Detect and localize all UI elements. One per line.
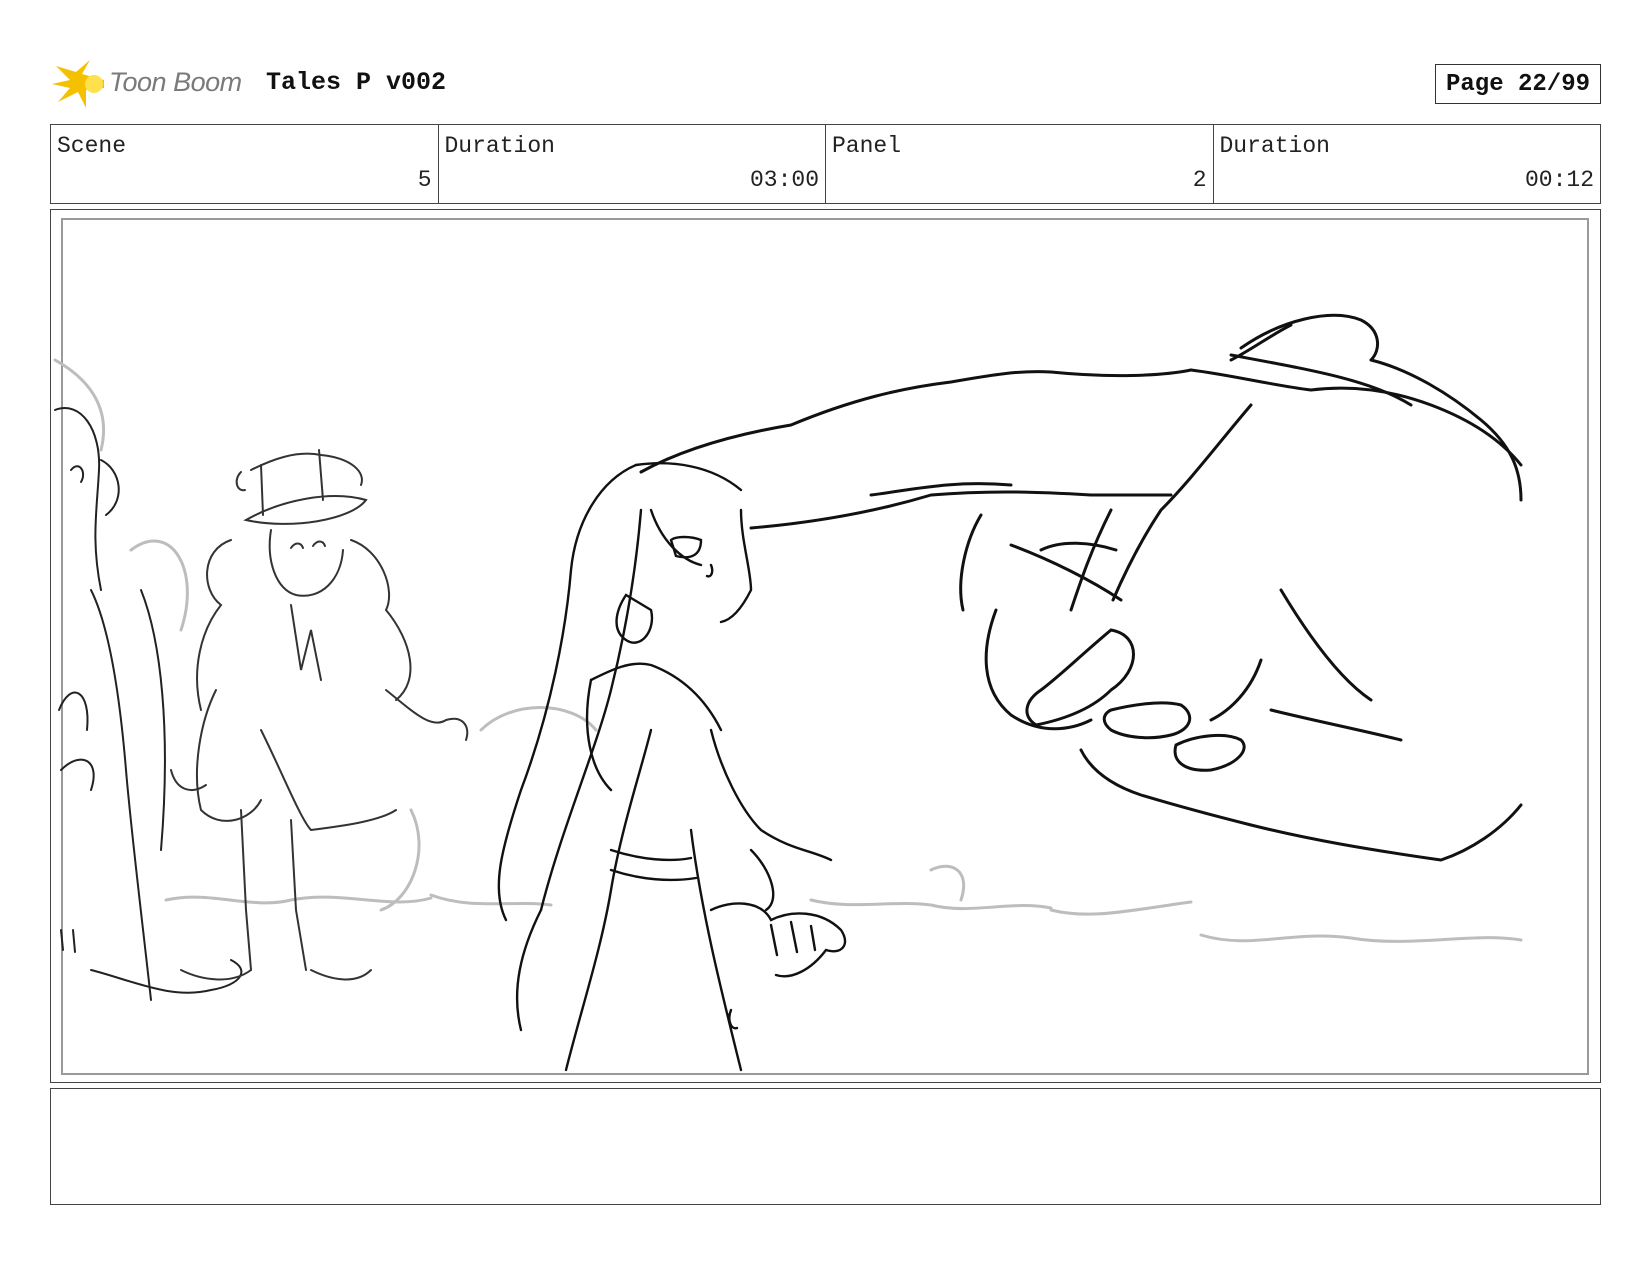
scene-duration-label: Duration: [444, 133, 555, 159]
storyboard-panel: [50, 209, 1601, 1083]
scene-value: 5: [417, 167, 432, 193]
panel-cell: Panel 2: [826, 125, 1214, 203]
scene-cell: Scene 5: [51, 125, 439, 203]
scene-duration-value: 03:00: [749, 167, 819, 193]
left-character-sketch: [54, 407, 243, 1001]
logo-text: Toon Boom: [109, 67, 242, 97]
page-number: Page 22/99: [1435, 64, 1601, 104]
panel-duration-cell: Duration 00:12: [1214, 125, 1601, 203]
panel-sketch: [53, 313, 1523, 1072]
background-rough: [53, 358, 1523, 943]
scene-info-table: Scene 5 Duration 03:00 Panel 2 Duration …: [50, 124, 1601, 204]
scene-duration-cell: Duration 03:00: [439, 125, 826, 203]
panel-value: 2: [1192, 167, 1207, 193]
document-title: Tales P v002: [266, 68, 447, 97]
caption-box: [50, 1088, 1601, 1205]
panel-duration-label: Duration: [1219, 133, 1330, 159]
toon-boom-logo: Toon Boom: [52, 58, 252, 112]
panel-label: Panel: [832, 133, 902, 159]
giant-hand-sketch: [639, 313, 1523, 862]
panel-duration-value: 00:12: [1524, 167, 1594, 193]
girl-character-sketch: [497, 462, 847, 1072]
scene-label: Scene: [57, 133, 127, 159]
logo-burst-icon: [52, 60, 104, 108]
